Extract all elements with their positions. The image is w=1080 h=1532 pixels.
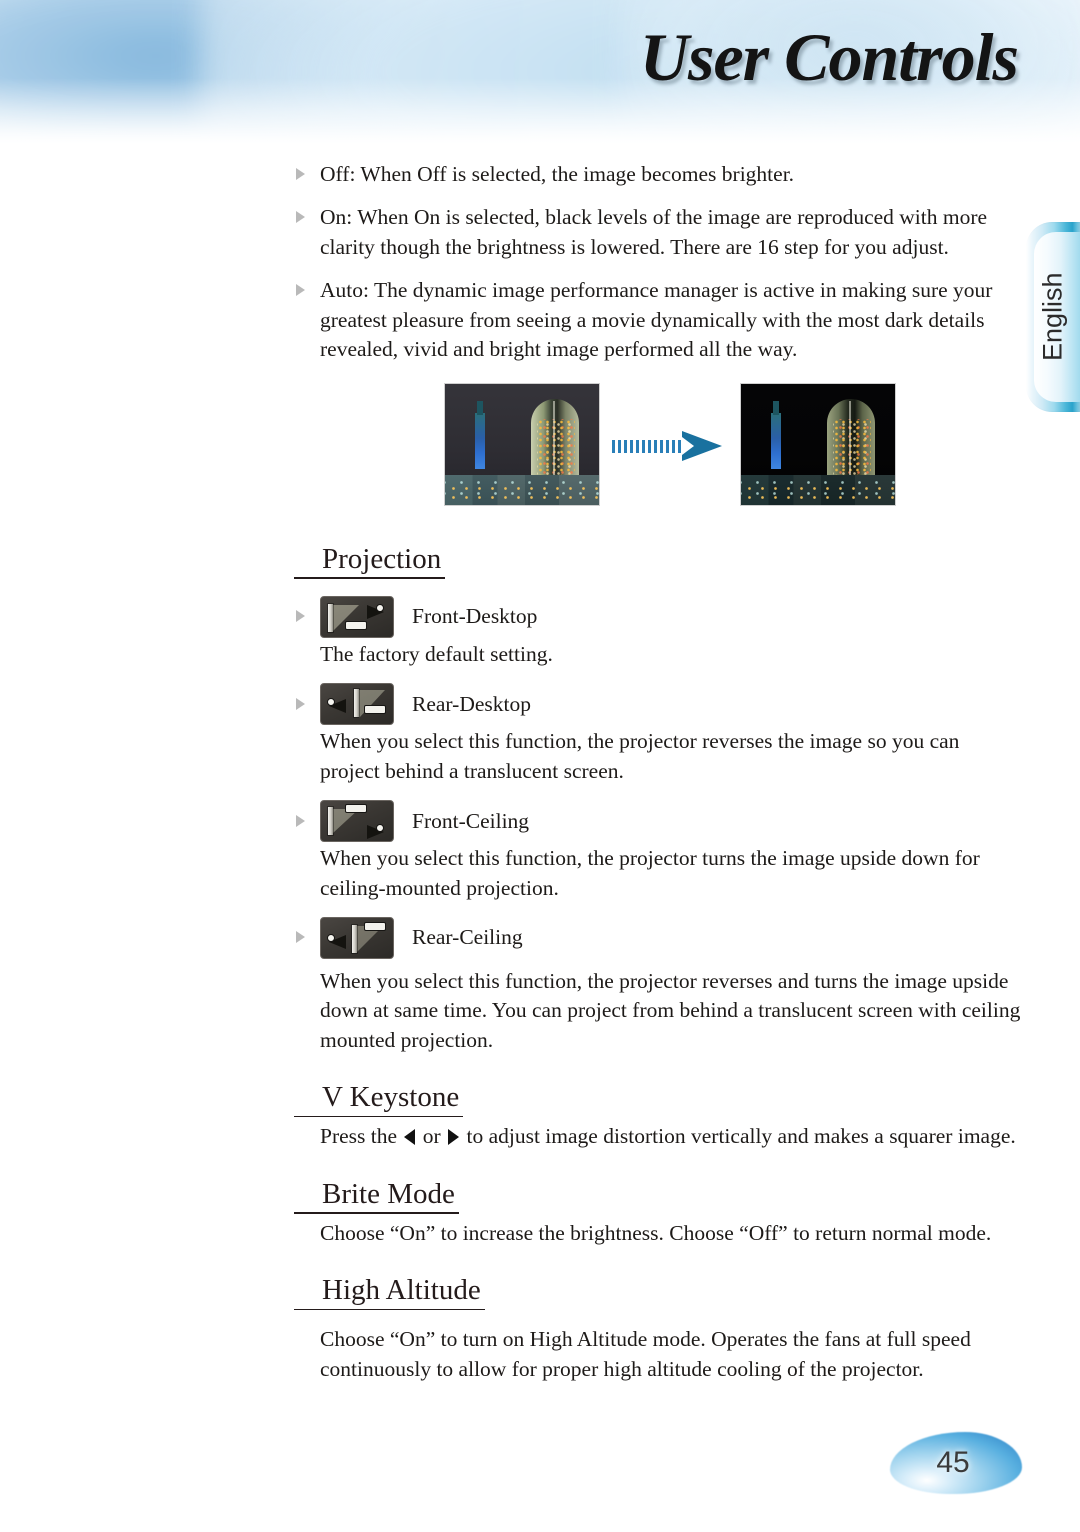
screen-icon bbox=[328, 603, 333, 632]
list-item-text: On: When On is selected, black levels of… bbox=[320, 205, 988, 259]
section-heading-text: V Keystone bbox=[322, 1081, 460, 1114]
photo-spire-tower bbox=[475, 412, 485, 469]
projection-option-front-ceiling[interactable]: Front-Ceiling bbox=[292, 800, 1022, 843]
triangle-bullet-icon bbox=[296, 931, 305, 944]
section-high-altitude: High Altitude bbox=[294, 1248, 1022, 1313]
keystone-text-prefix: Press the bbox=[320, 1124, 398, 1149]
screen-icon bbox=[352, 924, 357, 953]
photo-spire-top bbox=[773, 400, 779, 415]
heading-rule bbox=[294, 1308, 485, 1311]
projector-icon bbox=[364, 705, 386, 715]
section-brite-mode: Brite Mode bbox=[294, 1152, 1022, 1217]
section-v-keystone: V Keystone bbox=[294, 1055, 1022, 1120]
keystone-text-suffix: to adjust image distortion vertically an… bbox=[466, 1124, 1016, 1149]
transition-arrow bbox=[612, 430, 726, 461]
content-column: Off: When Off is selected, the image bec… bbox=[292, 160, 1022, 1384]
photo-city-foreground bbox=[741, 474, 895, 505]
projection-option-description: When you select this function, the proje… bbox=[320, 729, 960, 783]
section-heading: High Altitude bbox=[294, 1274, 485, 1311]
projector-icon bbox=[345, 804, 367, 814]
heading-rule bbox=[294, 1212, 459, 1214]
page-number: 45 bbox=[936, 1446, 970, 1479]
projection-option-front-desktop[interactable]: Front-Desktop bbox=[292, 595, 1022, 638]
projection-option-label: Front-Ceiling bbox=[412, 808, 530, 833]
projection-option-label: Front-Desktop bbox=[412, 604, 538, 629]
viewer-head bbox=[327, 933, 335, 942]
arrow-dashes-icon bbox=[612, 439, 686, 453]
list-item: Off: When Off is selected, the image bec… bbox=[292, 160, 1022, 189]
projection-option-label: Rear-Ceiling bbox=[412, 925, 523, 950]
viewer-head bbox=[376, 603, 384, 612]
viewer-icon bbox=[367, 822, 387, 840]
high-altitude-description: Choose “On” to turn on High Altitude mod… bbox=[320, 1327, 971, 1381]
front-desktop-projection-icon bbox=[320, 595, 394, 638]
projection-option-rear-ceiling[interactable]: Rear-Ceiling bbox=[292, 916, 1022, 959]
projection-option-label: Rear-Desktop bbox=[412, 691, 531, 716]
photo-city-lights bbox=[445, 480, 599, 503]
section-heading-text: High Altitude bbox=[322, 1274, 481, 1307]
viewer-icon bbox=[326, 932, 346, 949]
list-item: Auto: The dynamic image performance mana… bbox=[292, 276, 1022, 364]
triangle-bullet-icon bbox=[296, 610, 305, 623]
viewer-icon bbox=[367, 602, 387, 619]
arrow-notch bbox=[682, 436, 694, 455]
screen-icon bbox=[328, 807, 333, 836]
front-ceiling-projection-icon bbox=[320, 800, 394, 843]
section-heading-text: Projection bbox=[322, 542, 442, 575]
left-arrow-icon bbox=[404, 1129, 416, 1146]
rear-desktop-projection-icon bbox=[320, 683, 394, 726]
v-keystone-description: Press the or to adjust image distortion … bbox=[320, 1122, 1022, 1151]
screen-icon bbox=[354, 689, 359, 718]
language-tab[interactable]: English bbox=[1026, 222, 1080, 412]
triangle-bullet-icon bbox=[296, 697, 305, 710]
language-tab-label: English bbox=[1037, 272, 1068, 362]
right-arrow-icon bbox=[448, 1129, 460, 1146]
list-item-text: Off: When Off is selected, the image bec… bbox=[320, 162, 795, 186]
page-title: User Controls bbox=[639, 19, 1019, 95]
viewer-icon bbox=[326, 696, 346, 714]
triangle-bullet-icon bbox=[296, 211, 305, 224]
section-projection: Projection bbox=[294, 517, 1022, 582]
triangle-bullet-icon bbox=[296, 284, 305, 297]
keystone-text-middle: or bbox=[422, 1124, 441, 1149]
section-heading: V Keystone bbox=[294, 1081, 464, 1118]
photo-city-lights bbox=[741, 480, 895, 503]
projection-option-description: The factory default setting. bbox=[320, 641, 553, 666]
section-heading-text: Brite Mode bbox=[322, 1177, 455, 1210]
projector-icon bbox=[364, 921, 386, 931]
dynamic-black-bullet-list: Off: When Off is selected, the image bec… bbox=[292, 160, 1022, 365]
document-page: User Controls English Off: When Off is s… bbox=[0, 0, 1080, 1532]
photo-spire-tower bbox=[771, 412, 781, 469]
list-item: On: When On is selected, black levels of… bbox=[292, 203, 1022, 262]
image-before bbox=[444, 382, 600, 506]
projector-icon bbox=[345, 620, 367, 630]
rear-ceiling-projection-icon bbox=[320, 916, 394, 959]
triangle-bullet-icon bbox=[296, 168, 305, 180]
projection-option-description: When you select this function, the proje… bbox=[320, 968, 1021, 1052]
projection-option-rear-desktop[interactable]: Rear-Desktop bbox=[292, 683, 1022, 726]
image-after bbox=[740, 382, 896, 506]
list-item-text: Auto: The dynamic image performance mana… bbox=[320, 278, 993, 362]
page-number-blob: 45 bbox=[890, 1432, 1022, 1494]
section-heading: Projection bbox=[294, 542, 446, 579]
projection-option-description: When you select this function, the proje… bbox=[320, 846, 980, 900]
photo-city-foreground bbox=[445, 474, 599, 505]
comparison-figure bbox=[292, 382, 1022, 513]
section-heading: Brite Mode bbox=[294, 1177, 459, 1214]
heading-rule bbox=[294, 577, 446, 579]
triangle-bullet-icon bbox=[296, 814, 305, 827]
brite-mode-description: Choose “On” to increase the brightness. … bbox=[320, 1220, 992, 1245]
photo-spire-top bbox=[477, 400, 483, 415]
heading-rule bbox=[294, 1115, 464, 1118]
